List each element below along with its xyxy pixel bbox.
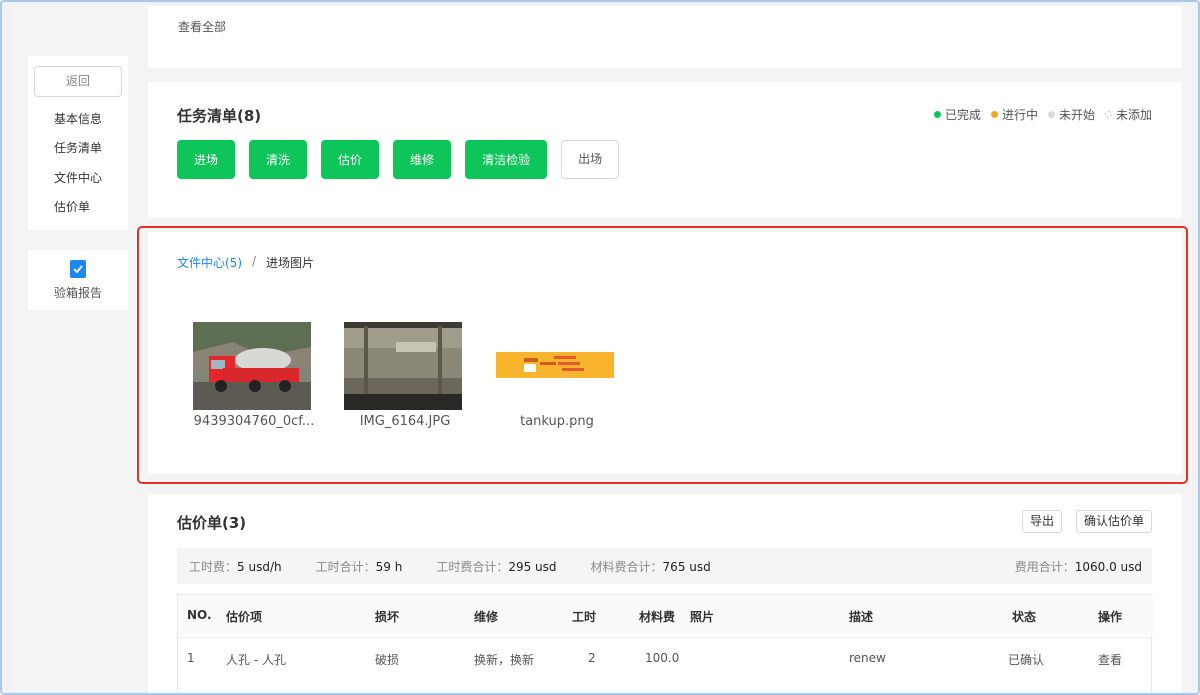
- hours-total-value: 59 h: [375, 559, 403, 574]
- task-exit-button[interactable]: 出场: [561, 140, 620, 179]
- material-cost-value: 765 usd: [662, 559, 711, 574]
- legend-label: 已完成: [944, 108, 981, 122]
- top-card: 查看全部: [148, 6, 1182, 68]
- hollow-dot-icon: [1104, 111, 1112, 118]
- side-nav: 返回 基本信息 任务清单 文件中心 估价单: [28, 56, 128, 230]
- inspection-report-link[interactable]: 验箱报告: [28, 250, 128, 310]
- task-list-title: 任务清单(8): [177, 107, 262, 125]
- col-damage: 损坏: [375, 610, 400, 624]
- task-cleaning-button[interactable]: 清洗: [249, 140, 308, 179]
- task-clean-inspection-button[interactable]: 清洁检验: [465, 140, 548, 179]
- labor-cost-label: 工时费合计：: [436, 559, 509, 574]
- material-cost: 材料费合计：765 usd: [591, 558, 711, 575]
- task-entry-button[interactable]: 进场: [177, 140, 236, 179]
- task-list-card: 任务清单(8) 已完成 进行中 未开始 未添加 进场 清洗 估价 维修 清洁检验…: [148, 82, 1182, 218]
- legend-label: 未添加: [1115, 108, 1152, 122]
- nav-item-file-center[interactable]: 文件中心: [54, 169, 102, 186]
- hours-total-label: 工时合计：: [315, 559, 376, 574]
- nav-item-basic-info[interactable]: 基本信息: [54, 110, 102, 127]
- back-button[interactable]: 返回: [34, 66, 122, 97]
- task-repair-button[interactable]: 维修: [393, 140, 452, 179]
- gray-dot-icon: [1047, 111, 1055, 118]
- col-description: 描述: [849, 610, 874, 624]
- view-all-link[interactable]: 查看全部: [178, 18, 226, 35]
- legend-not-started: 未开始: [1047, 106, 1095, 123]
- legend-not-added: 未添加: [1104, 106, 1152, 123]
- inspection-report-label: 验箱报告: [53, 286, 102, 300]
- cell-status: 已确认: [1008, 653, 1045, 667]
- cost-summary: 工时费：5 usd/h 工时合计：59 h 工时费合计：295 usd 材料费合…: [177, 548, 1152, 584]
- table-row: 1 人孔 - 人孔 破损 换新，换新 2 100.0 renew 已确认 查看: [178, 637, 1153, 677]
- app-frame: 返回 基本信息 任务清单 文件中心 估价单 验箱报告 查看全部 任务清单(8) …: [0, 0, 1200, 695]
- col-status: 状态: [1012, 610, 1037, 624]
- legend-in-progress: 进行中: [990, 106, 1038, 123]
- total-cost-value: 1060.0 usd: [1074, 559, 1142, 574]
- doc-check-icon: [70, 260, 86, 278]
- cell-material: 100.0: [645, 651, 680, 665]
- col-action: 操作: [1098, 610, 1123, 624]
- nav-item-task-list[interactable]: 任务清单: [54, 139, 102, 156]
- col-photo: 照片: [690, 610, 715, 624]
- labor-rate: 工时费：5 usd/h: [189, 558, 282, 575]
- cell-item: 人孔 - 人孔: [226, 653, 286, 667]
- orange-dot-icon: [990, 111, 998, 118]
- cell-hours: 2: [588, 651, 596, 665]
- cell-no: 1: [187, 651, 195, 665]
- estimate-actions: 导出 确认估价单: [1021, 510, 1152, 533]
- labor-cost: 工时费合计：295 usd: [436, 558, 556, 575]
- labor-rate-label: 工时费：: [189, 559, 238, 574]
- estimate-card: 估价单(3) 导出 确认估价单 工时费：5 usd/h 工时合计：59 h 工时…: [148, 494, 1182, 693]
- labor-cost-value: 295 usd: [508, 559, 557, 574]
- cell-description: renew: [849, 651, 886, 665]
- estimate-table: NO. 估价项 损坏 维修 工时 材料费 照片 描述 状态 操作 1 人孔 - …: [177, 594, 1153, 693]
- total-cost: 费用合计：1060.0 usd: [1015, 558, 1142, 575]
- col-hours: 工时: [572, 610, 597, 624]
- status-legend: 已完成 进行中 未开始 未添加: [933, 106, 1152, 123]
- highlight-box: [137, 226, 1188, 484]
- green-dot-icon: [933, 111, 941, 118]
- estimate-title: 估价单(3): [177, 514, 247, 532]
- task-button-row: 进场 清洗 估价 维修 清洁检验 出场: [177, 140, 620, 179]
- total-cost-label: 费用合计：: [1014, 559, 1075, 574]
- confirm-estimate-button[interactable]: 确认估价单: [1075, 510, 1152, 533]
- task-estimate-button[interactable]: 估价: [321, 140, 380, 179]
- nav-item-estimate[interactable]: 估价单: [54, 198, 90, 215]
- col-item: 估价项: [226, 610, 263, 624]
- table-header: NO. 估价项 损坏 维修 工时 材料费 照片 描述 状态 操作: [178, 595, 1153, 635]
- cell-repair: 换新，换新: [474, 653, 535, 667]
- hours-total: 工时合计：59 h: [316, 558, 403, 575]
- legend-label: 未开始: [1058, 108, 1095, 122]
- export-button[interactable]: 导出: [1021, 510, 1062, 533]
- view-link[interactable]: 查看: [1098, 651, 1122, 668]
- cell-damage: 破损: [375, 653, 400, 667]
- col-repair: 维修: [474, 610, 499, 624]
- col-no: NO.: [187, 608, 212, 622]
- legend-label: 进行中: [1001, 108, 1038, 122]
- labor-rate-value: 5 usd/h: [237, 559, 282, 574]
- legend-completed: 已完成: [933, 106, 981, 123]
- material-cost-label: 材料费合计：: [590, 559, 663, 574]
- col-material: 材料费: [639, 610, 676, 624]
